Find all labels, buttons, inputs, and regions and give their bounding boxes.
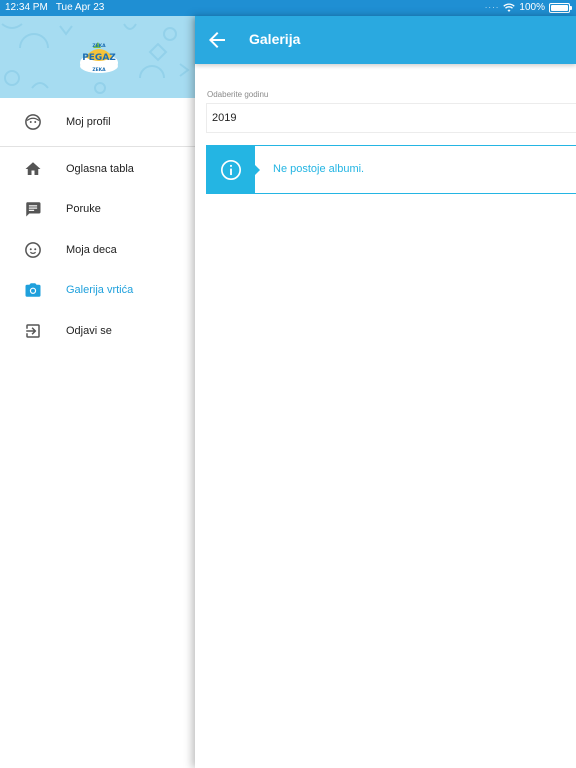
status-time: 12:34 PM [5, 2, 48, 13]
camera-icon [25, 283, 41, 297]
drawer-menu: Moj profil Oglasna tabla Poruke Moja dec… [0, 98, 195, 351]
menu-label-poruke: Poruke [66, 203, 101, 216]
info-message: Ne postoje albumi. [273, 163, 365, 175]
battery-fill [551, 4, 568, 11]
menu-item-galerija-vrtica[interactable]: Galerija vrtića [0, 270, 195, 311]
menu-item-moja-deca[interactable]: Moja deca [0, 230, 195, 271]
home-icon [25, 162, 41, 175]
status-date: Tue Apr 23 [55, 2, 105, 13]
drawer-header: ZEKA PEGAZ ZEKA [0, 16, 195, 98]
menu-divider [0, 145, 195, 147]
menu-label-oglasna-tabla: Oglasna tabla [66, 162, 134, 175]
svg-text:ZEKA: ZEKA [92, 43, 106, 49]
menu-label-moja-deca: Moja deca [66, 243, 117, 256]
menu-label-moj-profil: Moj profil [66, 116, 111, 129]
menu-label-galerija-vrtica: Galerija vrtića [66, 284, 134, 297]
year-select-value: 2019 [212, 112, 237, 124]
year-select[interactable]: 2019 [206, 103, 576, 133]
battery-icon [549, 2, 572, 13]
navigation-drawer: ZEKA PEGAZ ZEKA Moj profil Oglasna tabla… [0, 16, 195, 768]
signal-dots-icon: ···· [484, 3, 500, 12]
screen: 12:34 PM Tue Apr 23 ···· 100% ZEKA PEGAZ… [0, 0, 576, 768]
status-bar: 12:34 PM Tue Apr 23 ···· 100% [0, 0, 576, 16]
arrow-back-icon[interactable] [205, 28, 229, 52]
menu-item-moj-profil[interactable]: Moj profil [0, 102, 195, 143]
wifi-icon [503, 2, 516, 12]
app-bar: Galerija [195, 16, 576, 64]
info-icon-box [207, 146, 260, 193]
svg-text:ZEKA: ZEKA [92, 67, 106, 73]
logout-icon [26, 324, 40, 338]
face-icon [25, 114, 41, 131]
year-select-label: Odaberite godinu [207, 90, 269, 99]
battery-percent: 100% [519, 2, 545, 13]
menu-item-odjavi-se[interactable]: Odjavi se [0, 311, 195, 352]
chat-icon [26, 202, 41, 217]
gallery-page: Galerija Odaberite godinu 2019 Ne postoj… [195, 16, 576, 768]
info-icon [221, 160, 241, 180]
menu-label-odjavi-se: Odjavi se [66, 324, 112, 337]
empty-albums-notice: Ne postoje albumi. [206, 145, 576, 194]
page-title: Galerija [249, 31, 301, 47]
kindergarten-logo: ZEKA PEGAZ ZEKA [80, 42, 118, 73]
child-icon [25, 241, 41, 258]
menu-item-poruke[interactable]: Poruke [0, 189, 195, 230]
menu-item-oglasna-tabla[interactable]: Oglasna tabla [0, 149, 195, 190]
svg-text:PEGAZ: PEGAZ [82, 53, 116, 63]
